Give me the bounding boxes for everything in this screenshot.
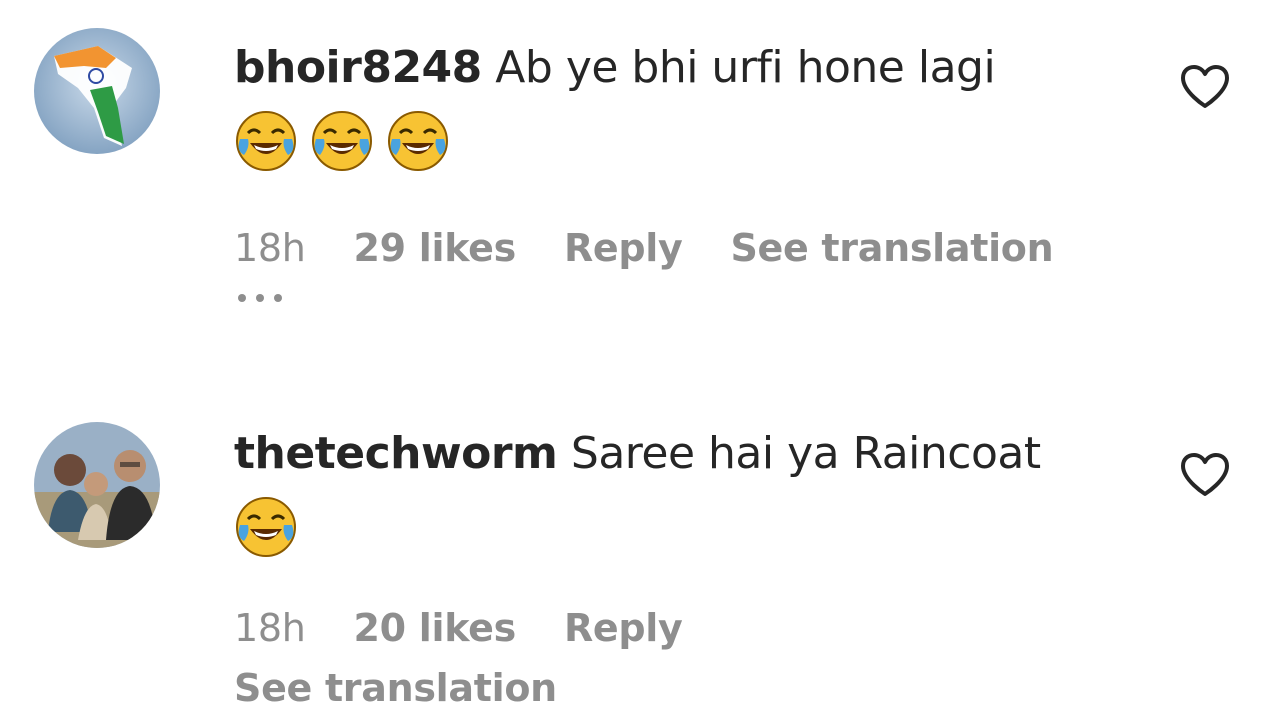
face-with-tears-of-joy-icon: [386, 109, 450, 173]
flag-avatar-image: [34, 28, 160, 154]
group-photo-avatar-image: [34, 422, 160, 548]
comment-timestamp: 18h: [234, 226, 306, 270]
heart-outline-icon[interactable]: [1180, 452, 1230, 498]
user-avatar[interactable]: [34, 422, 160, 548]
see-translation-button[interactable]: See translation: [730, 226, 1053, 270]
comment-timestamp: 18h: [234, 606, 306, 650]
face-with-tears-of-joy-icon: [310, 109, 374, 173]
comment-text: Saree hai ya Raincoat: [570, 428, 1041, 479]
comment-username[interactable]: thetechworm: [234, 428, 558, 479]
more-options-icon[interactable]: [238, 294, 1134, 302]
emoji-row: [234, 102, 1134, 180]
comment-meta: 18h 20 likes Reply: [234, 600, 1134, 656]
emoji-row: [234, 488, 1134, 566]
comment-item: thetechworm Saree hai ya Raincoat 18h 20…: [0, 392, 1280, 722]
comment-meta: 18h 29 likes Reply See translation: [234, 220, 1134, 276]
face-with-tears-of-joy-icon: [234, 109, 298, 173]
heart-outline-icon[interactable]: [1180, 64, 1230, 110]
user-avatar[interactable]: [34, 28, 160, 154]
comment-text: Ab ye bhi urfi hone lagi: [495, 42, 996, 93]
likes-count[interactable]: 29 likes: [354, 226, 517, 270]
comment-item: bhoir8248 Ab ye bhi urfi hone lagi 18h 2…: [0, 0, 1280, 360]
reply-button[interactable]: Reply: [564, 606, 683, 650]
see-translation-button[interactable]: See translation: [234, 666, 1134, 710]
reply-button[interactable]: Reply: [564, 226, 683, 270]
likes-count[interactable]: 20 likes: [354, 606, 517, 650]
comment-username[interactable]: bhoir8248: [234, 42, 482, 93]
face-with-tears-of-joy-icon: [234, 495, 298, 559]
